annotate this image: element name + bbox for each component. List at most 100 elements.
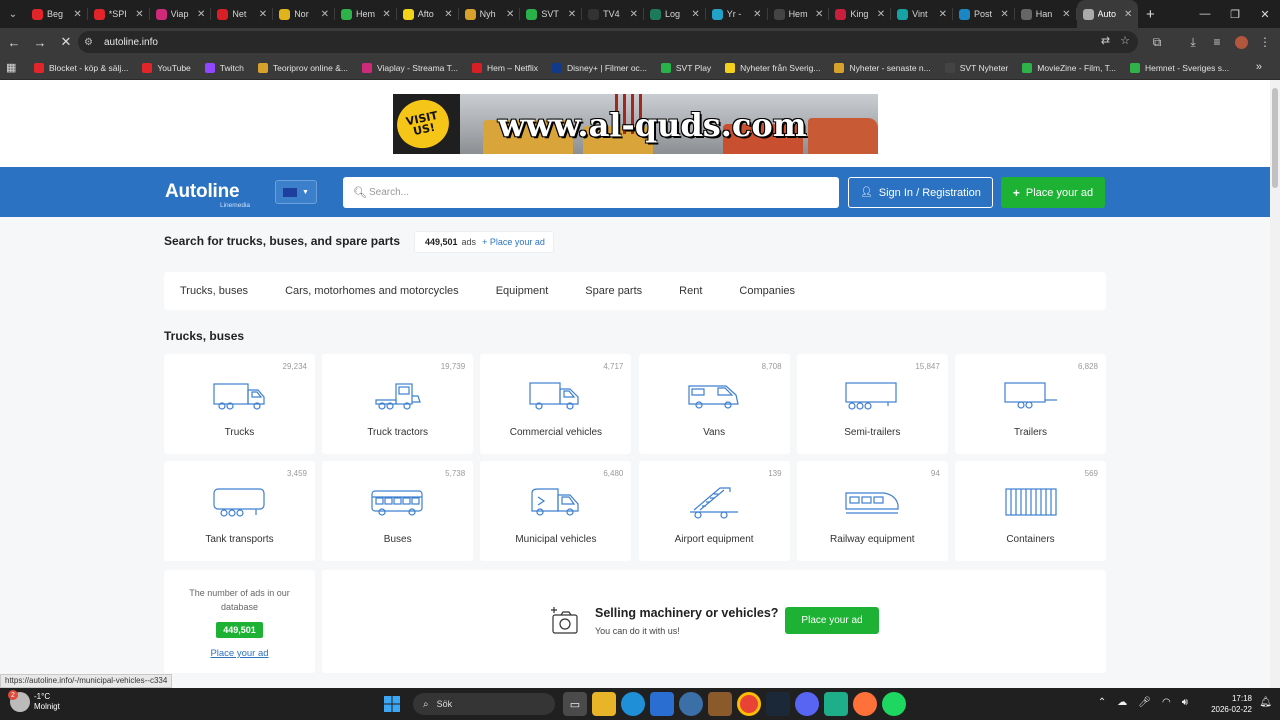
file-explorer-icon[interactable]: [592, 692, 616, 716]
reading-list-icon[interactable]: ≡: [1205, 30, 1229, 54]
browser-tab[interactable]: Auto ✕: [1076, 0, 1139, 28]
outlook-icon[interactable]: [650, 692, 674, 716]
browser-tab[interactable]: SVT ✕: [520, 0, 582, 28]
more-bookmarks-icon[interactable]: »: [1256, 61, 1262, 73]
wifi-icon[interactable]: ◠: [1162, 697, 1171, 708]
tab-search-menu-icon[interactable]: ⌄: [0, 0, 26, 28]
category-tab[interactable]: Rent: [679, 285, 702, 297]
bookmark-item[interactable]: Disney+ | Filmer oc...: [551, 62, 647, 73]
category-tab[interactable]: Equipment: [496, 285, 549, 297]
tab-close-icon[interactable]: ✕: [197, 9, 205, 20]
category-tile[interactable]: 569 Containers: [955, 461, 1106, 561]
bookmark-item[interactable]: Hem – Netflix: [471, 62, 538, 73]
bookmark-item[interactable]: Nyheter från Sverig...: [725, 62, 820, 73]
notification-bell-icon[interactable]: 🔔︎: [1259, 697, 1272, 708]
category-tile[interactable]: 6,828 Trailers: [955, 354, 1106, 454]
tab-close-icon[interactable]: ✕: [1062, 9, 1070, 20]
close-window-icon[interactable]: ✕: [1250, 0, 1280, 28]
weather-widget[interactable]: 2 -1°C Molnigt: [8, 690, 60, 712]
browser-tab[interactable]: *SPI ✕: [88, 0, 150, 28]
counter-place-ad-link[interactable]: Place your ad: [164, 648, 315, 659]
tab-close-icon[interactable]: ✕: [259, 9, 267, 20]
tab-close-icon[interactable]: ✕: [815, 9, 823, 20]
firefox-icon[interactable]: [853, 692, 877, 716]
back-icon[interactable]: ←: [2, 30, 26, 54]
tray-overflow-icon[interactable]: ⌃: [1098, 697, 1106, 708]
bookmark-item[interactable]: SVT Nyheter: [944, 62, 1008, 73]
extensions-icon[interactable]: ⧉: [1145, 30, 1169, 54]
browser-tab[interactable]: Hem ✕: [768, 0, 830, 28]
category-tile[interactable]: 15,847 Semi-trailers: [796, 354, 948, 454]
browser-tab[interactable]: Nor ✕: [273, 0, 335, 28]
browser-tab[interactable]: Log ✕: [644, 0, 706, 28]
apps-grid-icon[interactable]: ▦: [6, 61, 20, 75]
steam-icon[interactable]: [766, 692, 790, 716]
profile-avatar-icon[interactable]: [1229, 30, 1253, 54]
forward-icon[interactable]: →: [28, 30, 52, 54]
category-tile[interactable]: 3,459 Tank transports: [164, 461, 315, 561]
sign-in-button[interactable]: 👤︎ Sign In / Registration: [848, 177, 993, 208]
tab-close-icon[interactable]: ✕: [939, 9, 947, 20]
category-tab[interactable]: Companies: [739, 285, 795, 297]
category-tab[interactable]: Cars, motorhomes and motorcycles: [285, 285, 459, 297]
browser-menu-icon[interactable]: ⋮: [1253, 30, 1277, 54]
bookmark-item[interactable]: Nyheter - senaste n...: [834, 62, 931, 73]
task-view-icon[interactable]: ▭: [563, 692, 587, 716]
browser-tab[interactable]: Net ✕: [211, 0, 273, 28]
tab-close-icon[interactable]: ✕: [568, 9, 576, 20]
place-ad-button[interactable]: + Place your ad: [1001, 177, 1105, 208]
app-icon[interactable]: [824, 692, 848, 716]
spotify-icon[interactable]: [882, 692, 906, 716]
bookmark-item[interactable]: YouTube: [142, 62, 191, 73]
language-selector[interactable]: ▼: [275, 180, 317, 204]
tab-close-icon[interactable]: ✕: [382, 9, 390, 20]
windows-start-icon[interactable]: [380, 692, 404, 716]
translate-icon[interactable]: ⇄: [1101, 34, 1110, 47]
tab-close-icon[interactable]: ✕: [73, 9, 81, 20]
category-tile[interactable]: 94 Railway equipment: [796, 461, 948, 561]
category-tile[interactable]: 8,708 Vans: [638, 354, 790, 454]
browser-tab[interactable]: TV4 ✕: [582, 0, 644, 28]
browser-tab[interactable]: Beg ✕: [26, 0, 88, 28]
taskbar-search[interactable]: ⌕ Sök: [413, 693, 555, 715]
browser-tab[interactable]: King ✕: [829, 0, 891, 28]
discord-icon[interactable]: [795, 692, 819, 716]
category-tile[interactable]: 4,717 Commercial vehicles: [480, 354, 632, 454]
volume-icon[interactable]: 🔊︎: [1182, 697, 1188, 708]
category-tile[interactable]: 19,739 Truck tractors: [322, 354, 474, 454]
site-info-icon[interactable]: ⚙: [84, 37, 102, 48]
address-bar[interactable]: ⚙ autoline.info ⇄ ☆: [78, 31, 1138, 53]
sell-place-ad-button[interactable]: Place your ad: [785, 607, 879, 634]
tab-close-icon[interactable]: ✕: [444, 9, 452, 20]
browser-tab[interactable]: Han ✕: [1015, 0, 1077, 28]
edge-icon[interactable]: [621, 692, 645, 716]
category-tile[interactable]: 6,480 Municipal vehicles: [480, 461, 632, 561]
bookmark-item[interactable]: Twitch: [204, 62, 244, 73]
tab-close-icon[interactable]: ✕: [753, 9, 761, 20]
browser-tab[interactable]: Nyh ✕: [459, 0, 521, 28]
search-icon[interactable]: 🔍︎: [343, 186, 367, 199]
network-icon[interactable]: ☁: [1117, 697, 1127, 708]
bookmark-item[interactable]: Hemnet - Sveriges s...: [1129, 62, 1229, 73]
browser-tab[interactable]: Vint ✕: [891, 0, 953, 28]
browser-tab[interactable]: Viap ✕: [150, 0, 212, 28]
place-ad-link[interactable]: + Place your ad: [482, 237, 545, 247]
tab-close-icon[interactable]: ✕: [321, 9, 329, 20]
bookmark-star-icon[interactable]: ☆: [1120, 34, 1130, 47]
browser-tab[interactable]: Afto ✕: [397, 0, 459, 28]
tab-close-icon[interactable]: ✕: [630, 9, 638, 20]
browser-tab[interactable]: Yr - ✕: [706, 0, 768, 28]
tab-close-icon[interactable]: ✕: [506, 9, 514, 20]
scrollbar-thumb[interactable]: [1272, 88, 1278, 188]
chrome-icon[interactable]: [737, 692, 761, 716]
tab-close-icon[interactable]: ✕: [135, 9, 143, 20]
site-logo[interactable]: Autoline: [165, 181, 240, 203]
category-tab[interactable]: Spare parts: [585, 285, 642, 297]
bookmark-item[interactable]: Blocket - köp & sälj...: [34, 62, 128, 73]
browser-tab[interactable]: Hem ✕: [335, 0, 397, 28]
category-tile[interactable]: 5,738 Buses: [322, 461, 474, 561]
microphone-icon[interactable]: 🎤︎: [1138, 697, 1151, 708]
bookmark-item[interactable]: MovieZine - Film, T...: [1022, 62, 1116, 73]
browser-tab[interactable]: Post ✕: [953, 0, 1015, 28]
tab-close-icon[interactable]: ✕: [691, 9, 699, 20]
